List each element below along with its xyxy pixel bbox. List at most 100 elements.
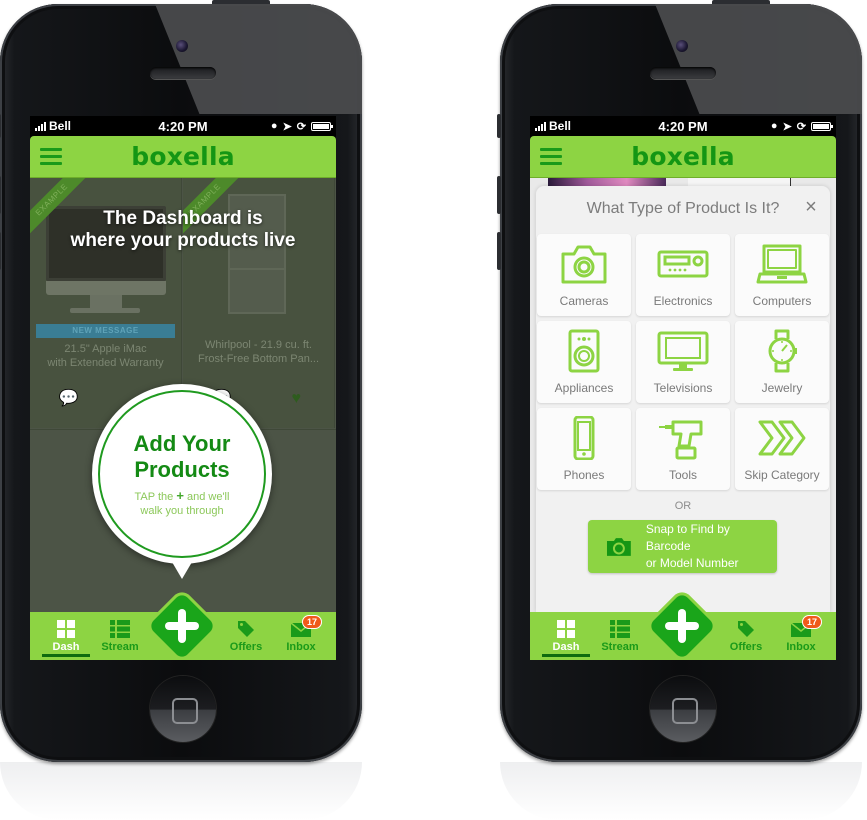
product-image-base bbox=[70, 308, 140, 313]
laptop-icon bbox=[756, 244, 808, 284]
phone-icon bbox=[573, 416, 595, 460]
category-phones[interactable]: Phones bbox=[537, 408, 631, 490]
category-computers[interactable]: Computers bbox=[735, 234, 829, 316]
grid-icon bbox=[57, 619, 75, 638]
category-cameras[interactable]: Cameras bbox=[537, 234, 631, 316]
battery-icon bbox=[811, 121, 833, 131]
phone-right: Bell 4:20 PM ● ➤ ⟳ boxella What Type of … bbox=[497, 0, 862, 762]
close-icon[interactable]: × bbox=[802, 197, 820, 217]
menu-icon[interactable] bbox=[40, 148, 62, 165]
grid-icon bbox=[557, 619, 575, 638]
product-title-line1: 21.5" Apple iMac bbox=[64, 343, 147, 355]
product-title-line2: with Extended Warranty bbox=[47, 357, 164, 369]
tag-icon bbox=[238, 620, 254, 637]
snap-button-label: Snap to Find by Barcode or Model Number bbox=[646, 521, 777, 572]
screen-glare bbox=[500, 4, 862, 114]
tooltip-title-line1: Add Your bbox=[133, 430, 231, 456]
add-product-button[interactable] bbox=[648, 592, 716, 660]
category-electronics[interactable]: Electronics bbox=[636, 234, 730, 316]
category-skip[interactable]: Skip Category bbox=[735, 408, 829, 490]
product-title: Whirlpool - 21.9 cu. ft. Frost-Free Bott… bbox=[187, 338, 330, 366]
phone-reflection bbox=[0, 762, 362, 820]
headline-line2: where your products live bbox=[70, 230, 296, 251]
snap-label-line1: Snap to Find by Barcode bbox=[645, 522, 730, 553]
tab-stream[interactable]: Stream bbox=[94, 612, 146, 660]
snap-barcode-button[interactable]: Snap to Find by Barcode or Model Number bbox=[588, 520, 777, 573]
comment-icon[interactable]: 💬 bbox=[59, 391, 79, 407]
category-jewelry[interactable]: Jewelry bbox=[735, 321, 829, 403]
category-televisions[interactable]: Televisions bbox=[636, 321, 730, 403]
mute-switch bbox=[497, 114, 501, 138]
category-label: Phones bbox=[563, 468, 605, 482]
category-label: Computers bbox=[752, 294, 812, 308]
camera-icon bbox=[561, 245, 607, 284]
menu-icon[interactable] bbox=[540, 148, 562, 165]
tab-inbox[interactable]: Inbox 17 bbox=[275, 612, 327, 660]
tab-label: Dash bbox=[52, 640, 80, 653]
add-products-tooltip: Add Your Products TAP the + and we'll wa… bbox=[92, 384, 272, 579]
onboarding-headline: The Dashboard is where your products liv… bbox=[30, 208, 336, 252]
screen-glare bbox=[0, 4, 362, 114]
app-header: boxella bbox=[30, 136, 336, 178]
carrier: Bell bbox=[549, 119, 572, 133]
tab-label: Offers bbox=[229, 640, 263, 653]
list-icon bbox=[110, 619, 130, 638]
power-button bbox=[212, 0, 270, 6]
drill-icon bbox=[659, 420, 703, 460]
dashboard: EXAMPLE NEW MESSAGE 21.5" Apple iMac wit… bbox=[30, 178, 336, 612]
tab-label: Stream bbox=[601, 640, 639, 653]
tv-icon bbox=[657, 331, 709, 371]
tooltip-sub-suffix: and we'll bbox=[186, 490, 230, 503]
tab-dash[interactable]: Dash bbox=[40, 612, 92, 660]
snap-label-line2: or Model Number bbox=[645, 556, 739, 570]
or-divider: OR bbox=[674, 500, 692, 512]
alarm-icon: ● bbox=[770, 120, 778, 132]
category-label: Skip Category bbox=[744, 468, 820, 482]
volume-up-button bbox=[497, 176, 501, 214]
signal-icon bbox=[35, 121, 46, 131]
inbox-badge: 17 bbox=[801, 615, 822, 629]
status-bar: Bell 4:20 PM ● ➤ ⟳ bbox=[530, 116, 836, 136]
tab-offers[interactable]: Offers bbox=[220, 612, 272, 660]
status-bar: Bell 4:20 PM ● ➤ ⟳ bbox=[30, 116, 336, 136]
category-picker: What Type of Product Is It? × Cameras El… bbox=[530, 178, 836, 612]
tab-inbox[interactable]: Inbox 17 bbox=[775, 612, 827, 660]
category-grid: Cameras Electronics Computers Appliances bbox=[536, 234, 830, 490]
home-button[interactable] bbox=[150, 676, 216, 742]
new-message-bar[interactable]: NEW MESSAGE bbox=[36, 324, 175, 338]
battery-icon bbox=[311, 121, 333, 131]
tab-bar: Dash Stream Offers Inbox 17 bbox=[530, 592, 836, 660]
watch-icon bbox=[768, 329, 797, 373]
status-time: 4:20 PM bbox=[158, 118, 208, 134]
category-label: Tools bbox=[668, 468, 697, 482]
product-type-modal: What Type of Product Is It? × Cameras El… bbox=[536, 186, 830, 612]
headline-line1: The Dashboard is bbox=[103, 208, 263, 229]
home-button[interactable] bbox=[650, 676, 716, 742]
category-appliances[interactable]: Appliances bbox=[537, 321, 631, 403]
tooltip-title-line2: Products bbox=[134, 456, 230, 482]
double-chevron-icon bbox=[758, 420, 806, 456]
phone-reflection bbox=[500, 762, 862, 820]
earpiece-speaker bbox=[650, 67, 716, 79]
tooltip-sub-prefix: TAP the bbox=[134, 490, 174, 503]
logo: boxella bbox=[131, 142, 235, 171]
product-image-chin bbox=[46, 281, 166, 295]
add-product-button[interactable] bbox=[148, 592, 216, 660]
tab-offers[interactable]: Offers bbox=[720, 612, 772, 660]
volume-down-button bbox=[0, 232, 1, 270]
tab-label: Stream bbox=[101, 640, 139, 653]
signal-icon bbox=[535, 121, 546, 131]
tab-stream[interactable]: Stream bbox=[594, 612, 646, 660]
product-image-peek bbox=[688, 178, 791, 186]
location-icon: ➤ bbox=[782, 120, 792, 133]
list-icon bbox=[610, 619, 630, 638]
tag-icon bbox=[738, 620, 754, 637]
category-tools[interactable]: Tools bbox=[636, 408, 730, 490]
inbox-badge: 17 bbox=[301, 615, 322, 629]
tab-label: Dash bbox=[552, 640, 580, 653]
heart-icon[interactable]: ♥ bbox=[287, 391, 305, 407]
screen: Bell 4:20 PM ● ➤ ⟳ boxella What Type of … bbox=[530, 116, 836, 660]
plus-icon bbox=[165, 609, 199, 643]
tab-label: Inbox bbox=[286, 640, 316, 653]
tab-dash[interactable]: Dash bbox=[540, 612, 592, 660]
